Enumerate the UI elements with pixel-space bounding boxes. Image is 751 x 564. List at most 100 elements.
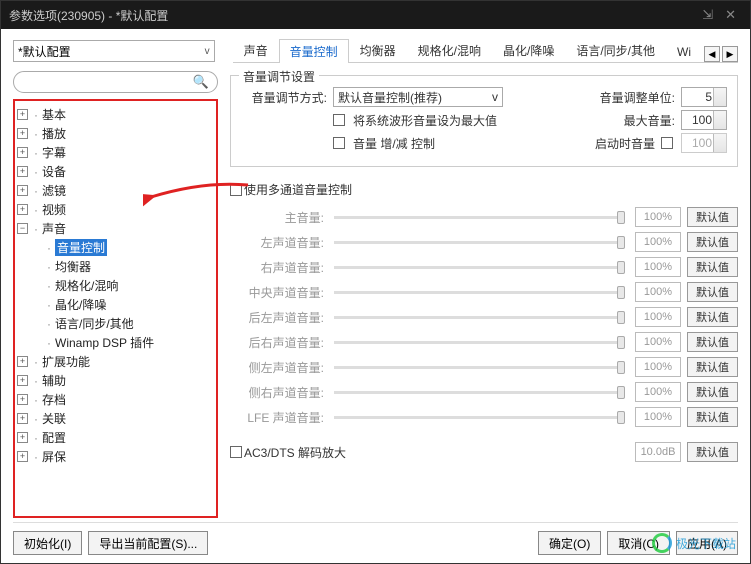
tree-item[interactable]: +·滤镜	[17, 181, 214, 200]
channel-label: 中央声道音量:	[230, 284, 324, 301]
channel-row: LFE 声道音量:100%默认值	[230, 407, 738, 427]
search-input[interactable]	[22, 75, 193, 89]
tab-6[interactable]: Wi	[666, 41, 702, 62]
tree-item[interactable]: +·扩展功能	[17, 352, 214, 371]
expand-icon[interactable]: +	[17, 109, 28, 120]
start-vol-input[interactable]: 100	[681, 133, 727, 153]
tab-3[interactable]: 规格化/混响	[407, 38, 492, 62]
tree-item[interactable]: +·视频	[17, 200, 214, 219]
slider-thumb[interactable]	[617, 336, 625, 349]
close-icon[interactable]: ✕	[719, 7, 742, 23]
channel-label: 后左声道音量:	[230, 309, 324, 326]
tab-5[interactable]: 语言/同步/其他	[565, 38, 666, 62]
slider-thumb[interactable]	[617, 236, 625, 249]
slider-thumb[interactable]	[617, 386, 625, 399]
channel-value: 100%	[635, 257, 681, 277]
channel-slider[interactable]	[334, 366, 625, 369]
expand-icon[interactable]: +	[17, 432, 28, 443]
tab-prev-button[interactable]: ◀	[704, 46, 720, 62]
init-button[interactable]: 初始化(I)	[13, 531, 82, 555]
tree-item[interactable]: +·设备	[17, 162, 214, 181]
tree-item[interactable]: ·均衡器	[17, 257, 214, 276]
sys-max-checkbox[interactable]	[333, 114, 345, 126]
channel-slider[interactable]	[334, 216, 625, 219]
tree-label: 规格化/混响	[55, 277, 118, 294]
tree-item[interactable]: +·播放	[17, 124, 214, 143]
expand-icon[interactable]: +	[17, 375, 28, 386]
channel-label: 右声道音量:	[230, 259, 324, 276]
start-vol-checkbox[interactable]	[661, 137, 673, 149]
expand-icon[interactable]: +	[17, 128, 28, 139]
slider-thumb[interactable]	[617, 361, 625, 374]
expand-icon[interactable]: +	[17, 147, 28, 158]
collapse-icon[interactable]: −	[17, 223, 28, 234]
expand-icon[interactable]: +	[17, 451, 28, 462]
channel-value: 100%	[635, 232, 681, 252]
config-select[interactable]: *默认配置 v	[13, 40, 215, 62]
export-button[interactable]: 导出当前配置(S)...	[88, 531, 208, 555]
expand-icon[interactable]: +	[17, 413, 28, 424]
channel-slider[interactable]	[334, 291, 625, 294]
ok-button[interactable]: 确定(O)	[538, 531, 601, 555]
max-vol-input[interactable]: 100	[681, 110, 727, 130]
tab-2[interactable]: 均衡器	[349, 38, 407, 62]
tree-item[interactable]: +·存档	[17, 390, 214, 409]
channel-default-button[interactable]: 默认值	[687, 282, 738, 302]
search-box[interactable]: 🔍	[13, 71, 218, 93]
tree-item[interactable]: +·关联	[17, 409, 214, 428]
slider-thumb[interactable]	[617, 311, 625, 324]
tree-item[interactable]: ·语言/同步/其他	[17, 314, 214, 333]
channel-slider[interactable]	[334, 241, 625, 244]
tree-item[interactable]: ·音量控制	[17, 238, 214, 257]
tab-0[interactable]: 声音	[233, 38, 279, 62]
channel-slider[interactable]	[334, 391, 625, 394]
channel-slider[interactable]	[334, 316, 625, 319]
channel-default-button[interactable]: 默认值	[687, 257, 738, 277]
slider-thumb[interactable]	[617, 286, 625, 299]
multichannel-label: 使用多通道音量控制	[244, 181, 352, 198]
channel-default-button[interactable]: 默认值	[687, 332, 738, 352]
channel-slider[interactable]	[334, 416, 625, 419]
expand-icon[interactable]: +	[17, 204, 28, 215]
tree-item[interactable]: +·配置	[17, 428, 214, 447]
channel-default-button[interactable]: 默认值	[687, 307, 738, 327]
tree-item[interactable]: ·晶化/降噪	[17, 295, 214, 314]
tree-item[interactable]: ·规格化/混响	[17, 276, 214, 295]
tree-label: 音量控制	[55, 239, 107, 256]
tab-1[interactable]: 音量控制	[279, 39, 349, 63]
channel-value: 100%	[635, 282, 681, 302]
pin-icon[interactable]: ⇲	[696, 7, 719, 23]
channel-slider[interactable]	[334, 266, 625, 269]
expand-icon[interactable]: +	[17, 394, 28, 405]
expand-icon[interactable]: +	[17, 185, 28, 196]
ac3-default-button[interactable]: 默认值	[687, 442, 738, 462]
tree-item[interactable]: +·字幕	[17, 143, 214, 162]
expand-icon[interactable]: +	[17, 356, 28, 367]
expand-icon[interactable]: +	[17, 166, 28, 177]
tree-item[interactable]: ·Winamp DSP 插件	[17, 333, 214, 352]
tree-item[interactable]: +·辅助	[17, 371, 214, 390]
tab-4[interactable]: 晶化/降噪	[492, 38, 565, 62]
ac3-checkbox[interactable]	[230, 446, 242, 458]
channel-default-button[interactable]: 默认值	[687, 382, 738, 402]
method-select[interactable]: 默认音量控制(推荐) v	[333, 87, 503, 107]
channel-default-button[interactable]: 默认值	[687, 357, 738, 377]
channel-default-button[interactable]: 默认值	[687, 407, 738, 427]
channel-default-button[interactable]: 默认值	[687, 207, 738, 227]
multichannel-checkbox[interactable]	[230, 184, 242, 196]
channel-default-button[interactable]: 默认值	[687, 232, 738, 252]
tab-next-button[interactable]: ▶	[722, 46, 738, 62]
slider-thumb[interactable]	[617, 411, 625, 424]
tree-label: 设备	[42, 163, 66, 180]
tree-item[interactable]: +·屏保	[17, 447, 214, 466]
slider-thumb[interactable]	[617, 211, 625, 224]
unit-input[interactable]: 5	[681, 87, 727, 107]
tree-item[interactable]: −·声音	[17, 219, 214, 238]
tree-item[interactable]: +·基本	[17, 105, 214, 124]
channel-slider[interactable]	[334, 341, 625, 344]
gain-ctrl-checkbox[interactable]	[333, 137, 345, 149]
apply-button[interactable]: 应用(A)	[676, 531, 738, 555]
slider-thumb[interactable]	[617, 261, 625, 274]
cancel-button[interactable]: 取消(C)	[607, 531, 670, 555]
channel-label: 主音量:	[230, 209, 324, 226]
